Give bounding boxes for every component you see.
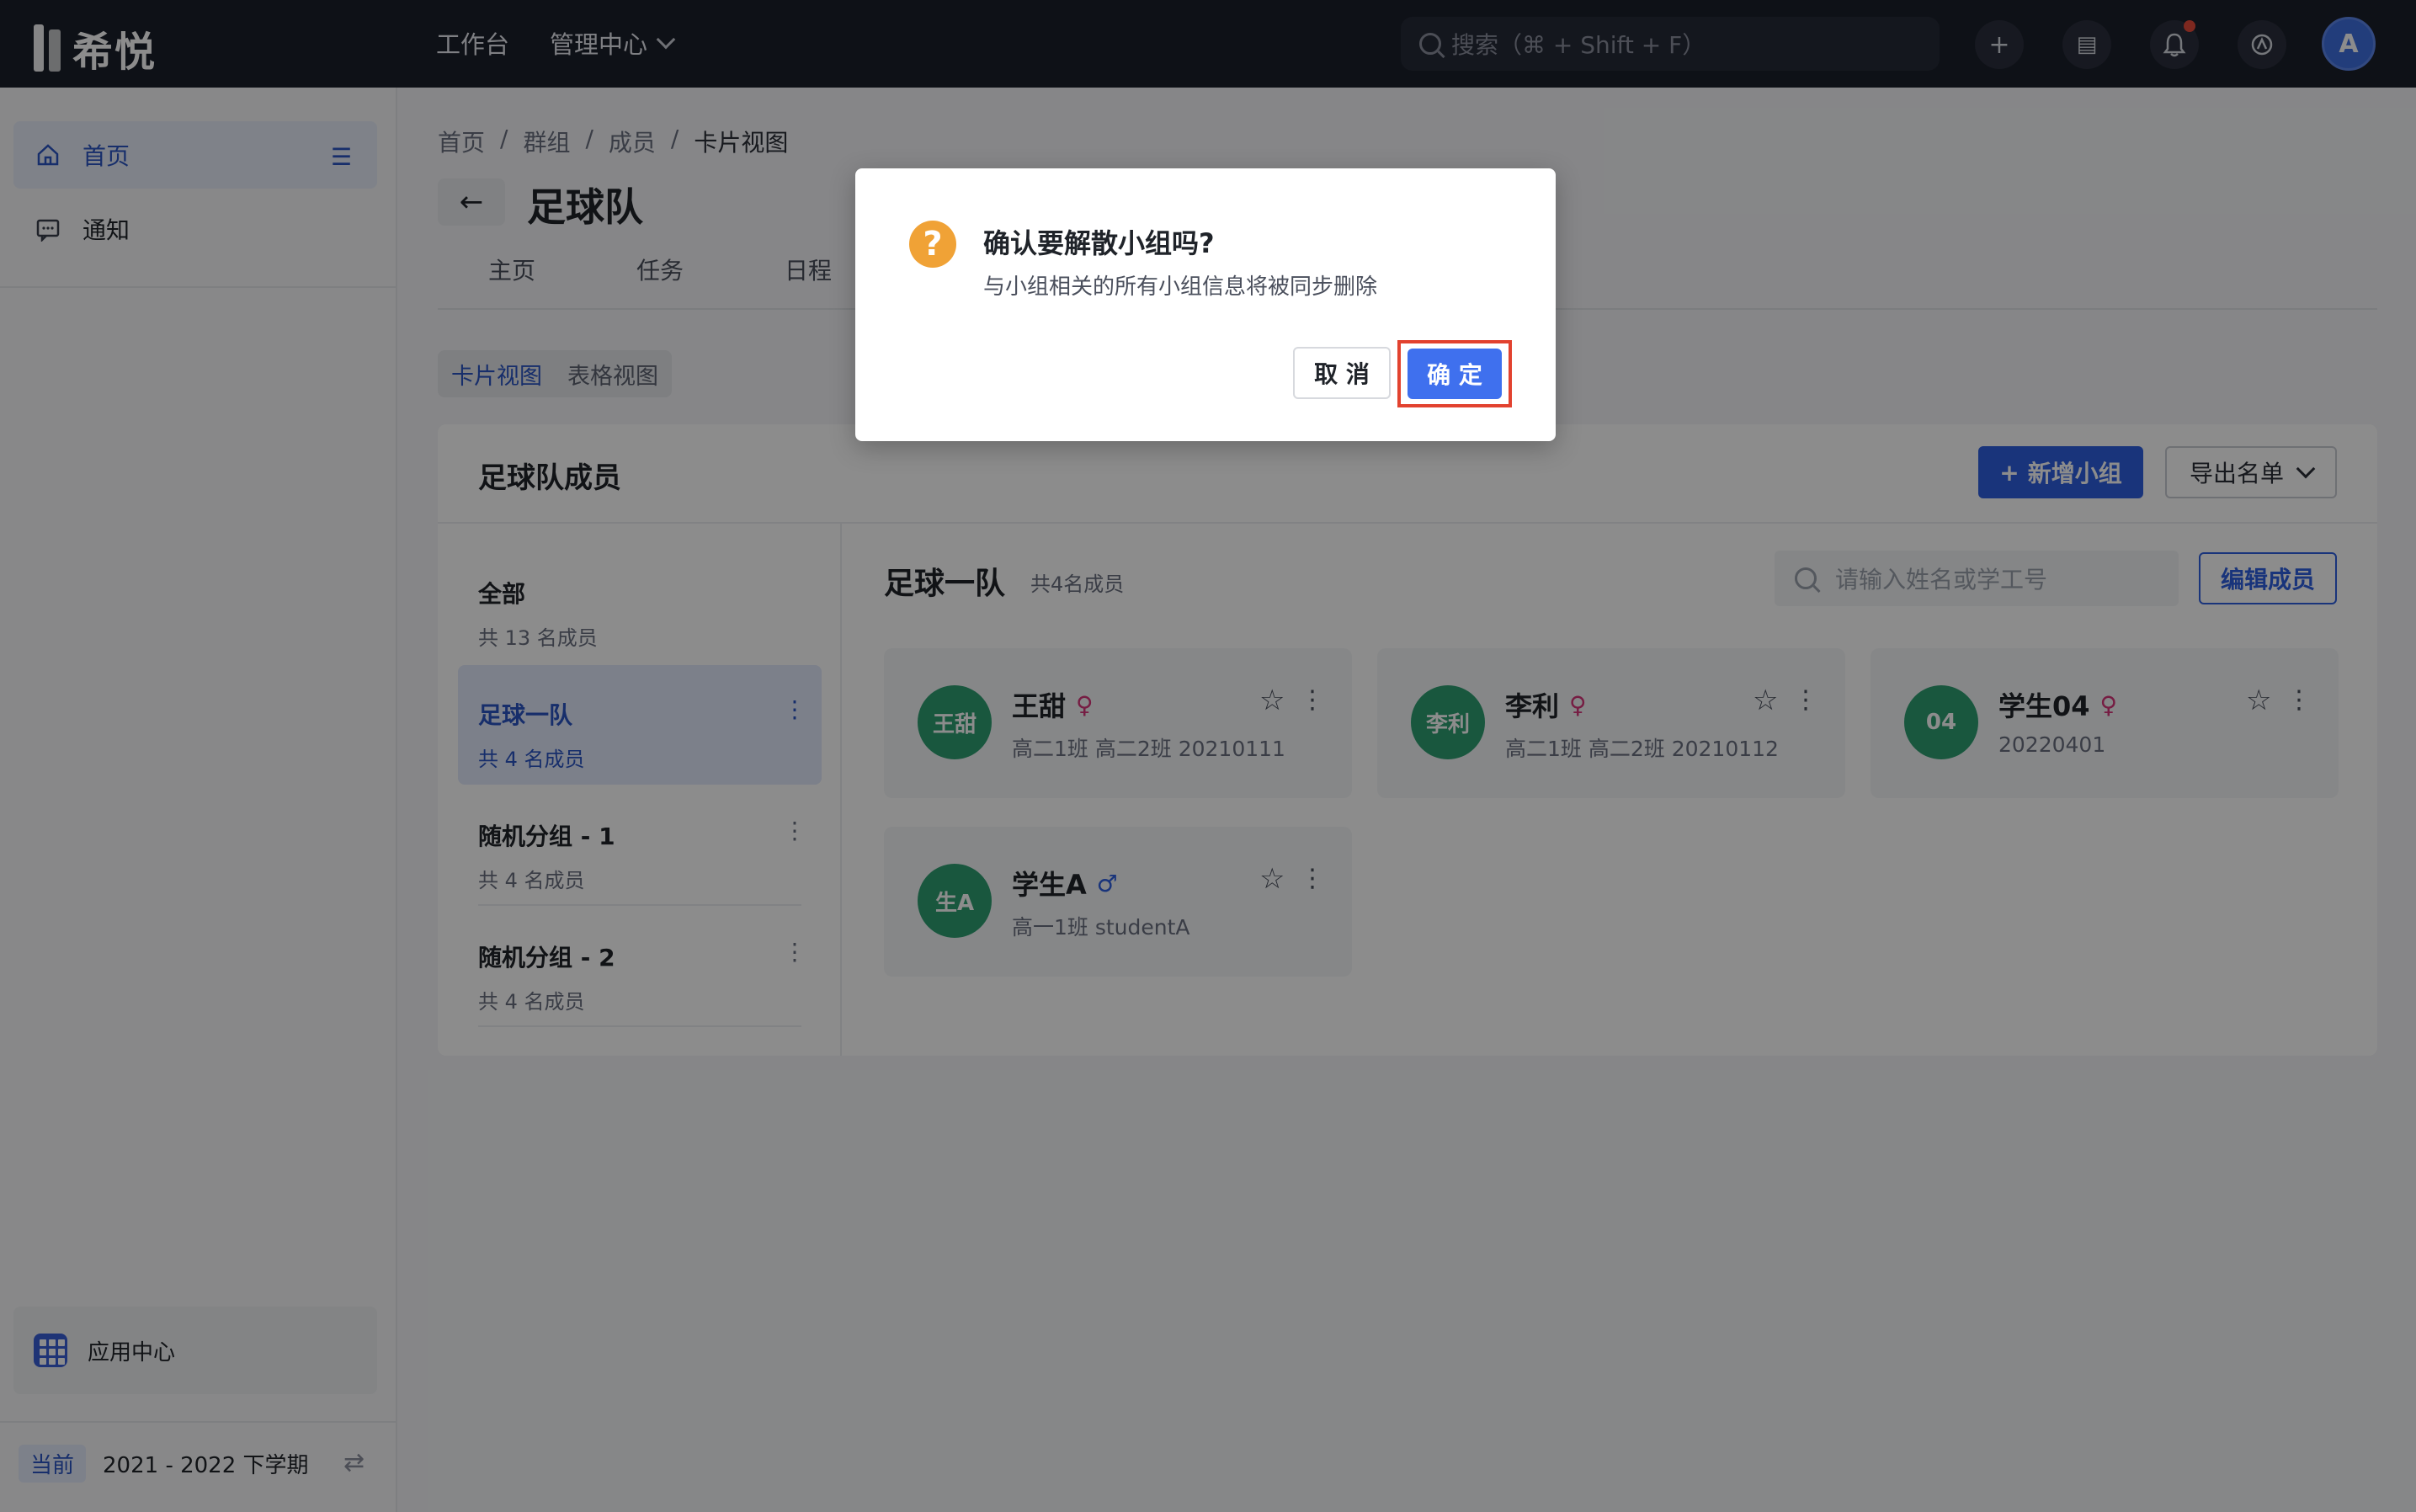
confirm-dialog: ? 确认要解散小组吗? 与小组相关的所有小组信息将被同步删除 取 消 确 定 <box>855 168 1556 441</box>
question-icon: ? <box>909 221 956 268</box>
cancel-button[interactable]: 取 消 <box>1293 347 1391 399</box>
dialog-title: 确认要解散小组吗? <box>983 227 1215 259</box>
dialog-message: 与小组相关的所有小组信息将被同步删除 <box>983 274 1378 300</box>
confirm-highlight: 确 定 <box>1397 340 1512 407</box>
confirm-button[interactable]: 确 定 <box>1408 349 1502 399</box>
